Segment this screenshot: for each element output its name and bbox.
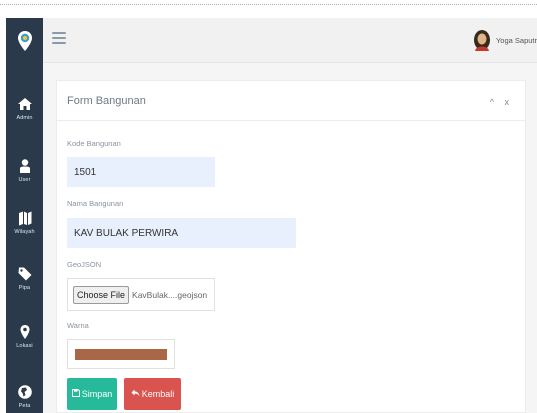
warna-color-picker[interactable] [67, 339, 175, 369]
sidebar-item-lokasi[interactable]: Lokasi [6, 324, 43, 349]
choose-file-button[interactable]: Choose File [73, 285, 130, 304]
user-menu[interactable]: Yoga Saputr [473, 27, 537, 53]
collapse-icon[interactable]: ^ [490, 97, 498, 107]
save-button[interactable]: Simpan [67, 378, 117, 410]
file-name: KavBulak....geojson [132, 289, 208, 300]
sidebar-item-label: Wilayah [14, 229, 35, 235]
user-icon [19, 159, 30, 173]
user-name: Yoga Saputr [495, 35, 537, 45]
map-icon [18, 211, 31, 226]
back-button[interactable]: Kembali [124, 378, 181, 410]
sidebar-item-label: Peta [18, 403, 31, 409]
sidebar-item-wilayah[interactable]: Wilayah [6, 210, 43, 235]
globe-icon [17, 385, 32, 399]
warna-label: Warna [67, 321, 89, 330]
home-icon [17, 98, 32, 110]
logo-icon [18, 31, 32, 51]
top-navbar: Yoga Saputr [43, 18, 537, 63]
sidebar-item-user[interactable]: User [6, 158, 43, 183]
reply-icon [131, 389, 140, 399]
save-label: Simpan [81, 389, 113, 399]
nama-bangunan-input[interactable] [67, 218, 296, 248]
sidebar-item-peta[interactable]: Peta [6, 384, 43, 409]
panel-tools: ^ x [490, 97, 513, 107]
pipe-icon [18, 267, 31, 281]
sidebar-item-label: User [18, 177, 31, 183]
kode-bangunan-label: Kode Bangunan [67, 139, 121, 148]
geojson-label: GeoJSON [67, 260, 102, 269]
sidebar-item-pipa[interactable]: Pipa [6, 266, 43, 291]
geojson-file-input: Choose File KavBulak....geojson [67, 278, 215, 311]
panel-title: Form Bangunan [67, 95, 146, 107]
app-logo[interactable] [14, 28, 36, 54]
form-panel: Form Bangunan ^ x Kode Bangunan Nama Ban… [56, 80, 526, 413]
sidebar-item-label: Lokasi [16, 343, 33, 349]
menu-toggle-icon[interactable] [52, 32, 66, 46]
sidebar: Admin User Wilayah Pipa Lokasi Peta [6, 18, 43, 413]
close-icon[interactable]: x [505, 97, 514, 107]
sidebar-item-label: Admin [16, 115, 33, 121]
kode-bangunan-input[interactable] [67, 157, 215, 187]
top-divider [0, 4, 537, 5]
sidebar-item-admin[interactable]: Admin [6, 96, 43, 121]
back-label: Kembali [141, 389, 175, 399]
avatar [473, 30, 490, 51]
color-swatch [75, 349, 167, 360]
nama-bangunan-label: Nama Bangunan [67, 199, 124, 208]
map-marker-icon [20, 325, 29, 339]
panel-header: Form Bangunan ^ x [57, 81, 525, 121]
sidebar-item-label: Pipa [18, 285, 31, 291]
save-icon [71, 389, 80, 399]
